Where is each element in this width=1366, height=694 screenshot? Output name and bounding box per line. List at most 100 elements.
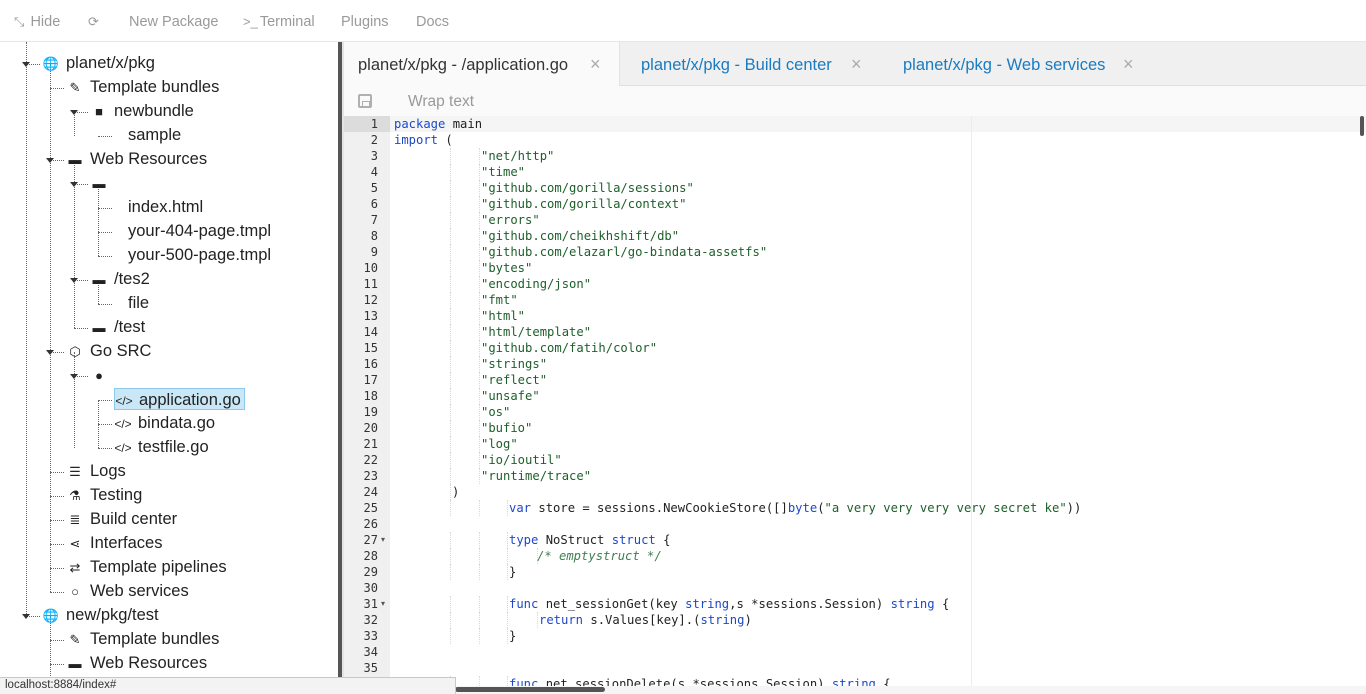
tree-node[interactable]: ▬ Web Resources [66,652,208,674]
indent-guide [479,564,480,580]
plugins-button[interactable]: Plugins [341,14,389,30]
tree-connector-horizontal [74,328,88,329]
indent-guide [479,228,480,244]
folder-icon: ▬ [92,320,106,335]
save-icon[interactable] [358,94,372,108]
bundle-square-icon: ■ [95,104,103,119]
tab-application-go[interactable]: planet/x/pkg - /application.go × [344,42,620,86]
tree-node[interactable]: </> application.go [114,388,245,410]
line-number: 17 [363,373,378,387]
indent-guide [507,500,508,516]
tree-node[interactable]: index.html [128,196,203,218]
code-line: "bytes" [481,261,533,275]
fold-toggle-icon[interactable]: ▾ [381,535,385,544]
line-number: 11 [363,277,378,291]
tree-node-label: testfile.go [138,438,209,456]
indent-guide [479,212,480,228]
code-icon: </> [115,394,133,408]
tree-connector-horizontal [98,232,112,233]
tree-node[interactable]: your-500-page.tmpl [128,244,271,266]
close-icon[interactable]: × [590,54,601,75]
fold-toggle-icon[interactable]: ▾ [381,599,385,608]
tree-connector-horizontal [98,400,112,401]
tree-node-label: your-404-page.tmpl [128,222,272,240]
indent-guide [450,212,451,228]
indent-guide [450,260,451,276]
tree-node[interactable]: ⚗ Testing [66,484,142,506]
editor-vertical-scrollbar[interactable] [1360,116,1364,136]
code-line: ) [452,485,460,499]
code-line: "io/ioutil" [481,453,562,467]
code-line: "unsafe" [481,389,540,403]
tree-node[interactable]: ● [90,364,114,386]
tab-build-center[interactable]: planet/x/pkg - Build center × [641,42,886,86]
indent-guide [479,324,480,340]
tab-web-services[interactable]: planet/x/pkg - Web services × [903,42,1143,86]
indent-guide [450,452,451,468]
tree-node[interactable]: ▬ Web Resources [66,148,208,170]
close-icon[interactable]: × [1123,54,1134,75]
tree-node[interactable]: file [128,292,149,314]
tree-node[interactable]: your-404-page.tmpl [128,220,271,242]
tree-node[interactable]: ■ newbundle [90,100,194,122]
line-number: 26 [363,517,378,531]
caret-down-icon [70,110,78,115]
wrap-text-button[interactable]: Wrap text [408,93,474,111]
code-line: "reflect" [481,373,548,387]
code-line: /* emptystruct */ [537,549,662,563]
tree-node[interactable]: ○ Web services [66,580,189,602]
caret-down-icon [46,158,54,163]
code-line: } [509,629,517,643]
indent-guide [450,596,451,612]
tree-node[interactable]: ▬ [90,172,114,194]
indent-guide [479,260,480,276]
indent-guide [479,340,480,356]
share-icon: ⋖ [69,536,81,551]
code-line: func net_sessionGet(key string,s *sessio… [509,597,950,611]
tree-node[interactable]: ▬ /test [90,316,146,338]
template-bundle-icon: ✎ [69,632,81,647]
top-toolbar: ⤡ Hide ⟳ New Package >_ Terminal Plugins … [0,0,1366,42]
tree-node[interactable]: 🌐 new/pkg/test [42,604,159,626]
new-package-button[interactable]: New Package [129,14,218,30]
indent-guide [507,612,508,628]
code-editor[interactable]: 1 package main 2 import (3 "net/http" 4 "time"… [344,116,1366,686]
tree-node[interactable]: sample [128,124,181,146]
tree-node[interactable]: ⬡ Go SRC [66,340,151,362]
close-icon[interactable]: × [851,54,862,75]
tree-node[interactable]: ⇄ Template pipelines [66,556,227,578]
horizontal-scrollbar[interactable] [455,687,605,692]
code-line: "github.com/elazarl/go-bindata-assetfs" [481,245,768,259]
tree-connector-horizontal [50,568,64,569]
tree-node[interactable]: ✎ Template bundles [66,628,220,650]
indent-guide [479,596,480,612]
tree-node[interactable]: ☰ Logs [66,460,126,482]
line-number: 18 [363,389,378,403]
indent-guide [479,628,480,644]
indent-guide [450,372,451,388]
tree-node[interactable]: ✎ Template bundles [66,76,220,98]
terminal-button[interactable]: >_ Terminal [243,14,315,30]
hide-button[interactable]: ⤡ Hide [14,14,60,30]
tree-node[interactable]: ≣ Build center [66,508,178,530]
tree-node[interactable]: </> testfile.go [114,436,209,458]
caret-down-icon [46,350,54,355]
tree-connector-horizontal [50,640,64,641]
line-number: 34 [363,645,378,659]
line-number: 3 [370,149,378,163]
docs-button[interactable]: Docs [416,14,449,30]
indent-guide [450,356,451,372]
code-icon: </> [114,441,132,455]
tree-connector-horizontal [50,592,64,593]
code-line: "github.com/gorilla/sessions" [481,181,694,195]
tree-node[interactable]: </> bindata.go [114,412,215,434]
indent-guide [450,500,451,516]
server-icon: ≣ [69,512,81,527]
tree-node[interactable]: ⋖ Interfaces [66,532,163,554]
code-line: } [509,565,517,579]
editor-toolbar: Wrap text [344,86,1366,116]
refresh-button[interactable]: ⟳ [88,14,101,30]
code-line: "time" [481,165,526,179]
tree-node[interactable]: ▬ /tes2 [90,268,150,290]
tree-node[interactable]: 🌐 planet/x/pkg [42,52,155,74]
